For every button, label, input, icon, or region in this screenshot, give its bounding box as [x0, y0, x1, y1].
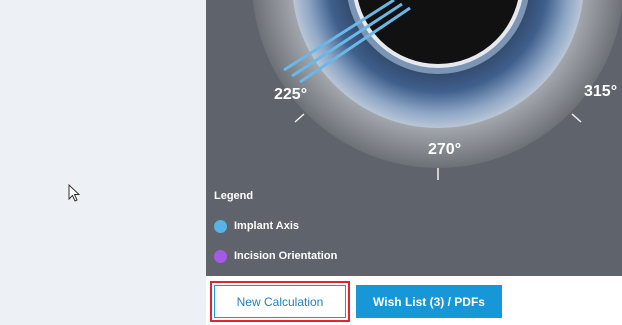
legend-title: Legend	[214, 190, 254, 202]
eye-diagram: 225° 270° 315°	[206, 0, 622, 190]
legend-item-label: Implant Axis	[234, 220, 299, 232]
mouse-pointer-icon	[68, 184, 81, 202]
toric-axis-visualization: 225° 270° 315° Legend Implant Axis Incis…	[206, 0, 622, 276]
wish-list-pdfs-button[interactable]: Wish List (3) / PDFs	[356, 285, 502, 318]
legend-item-implant-axis: Implant Axis	[214, 219, 337, 233]
angle-label-225: 225°	[274, 86, 307, 103]
angle-label-315: 315°	[584, 83, 617, 100]
angle-label-270: 270°	[428, 141, 461, 158]
legend-item-incision-orientation: Incision Orientation	[214, 249, 337, 263]
legend-item-label: Incision Orientation	[234, 250, 338, 262]
implant-axis-dot-icon	[214, 219, 227, 233]
legend: Legend Implant Axis Incision Orientation	[214, 190, 337, 276]
incision-orientation-dot-icon	[214, 249, 227, 263]
left-panel	[0, 0, 206, 325]
new-calculation-button[interactable]: New Calculation	[214, 285, 346, 318]
